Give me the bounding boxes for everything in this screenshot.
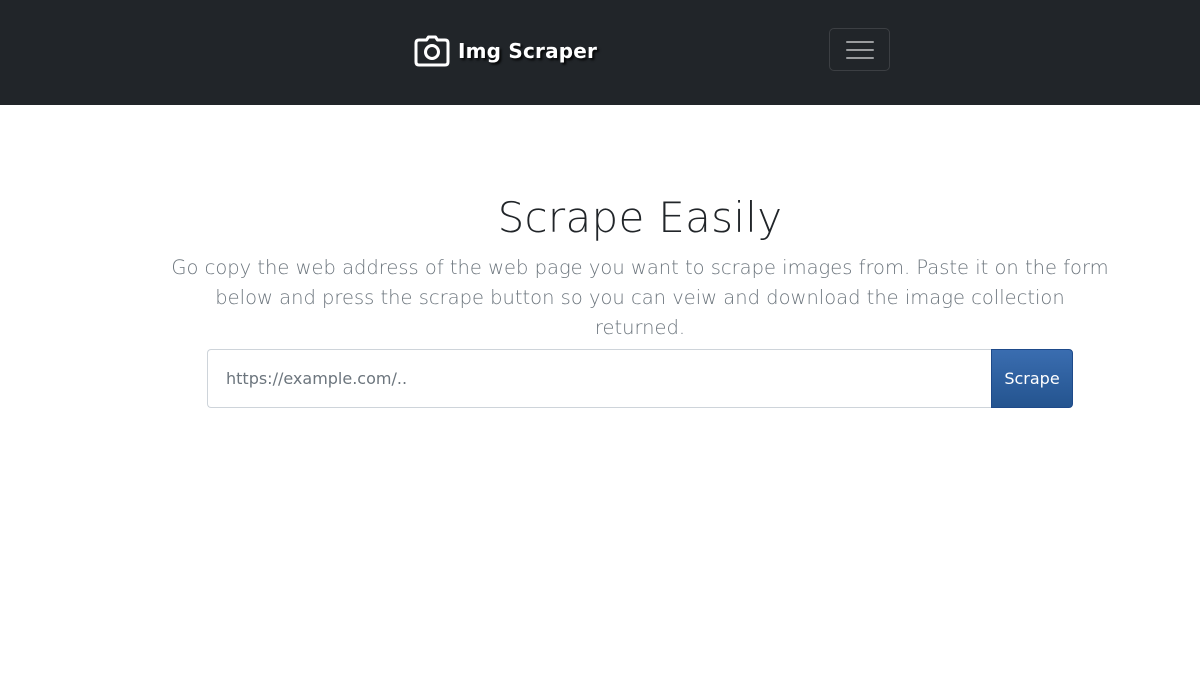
page-title: Scrape Easily xyxy=(497,193,783,242)
brand-name: Img Scraper xyxy=(458,39,598,63)
url-input[interactable] xyxy=(207,349,991,408)
scrape-form: Scrape xyxy=(207,349,1073,408)
instructions-text: Go copy the web address of the web page … xyxy=(171,256,1109,339)
camera-icon xyxy=(414,35,450,67)
hamburger-menu-icon xyxy=(845,38,875,62)
brand-link[interactable]: Img Scraper xyxy=(414,35,597,67)
scrape-button[interactable]: Scrape xyxy=(991,349,1073,408)
navbar-toggler-button[interactable] xyxy=(829,28,890,71)
top-navbar: Img Scraper xyxy=(0,0,1200,105)
